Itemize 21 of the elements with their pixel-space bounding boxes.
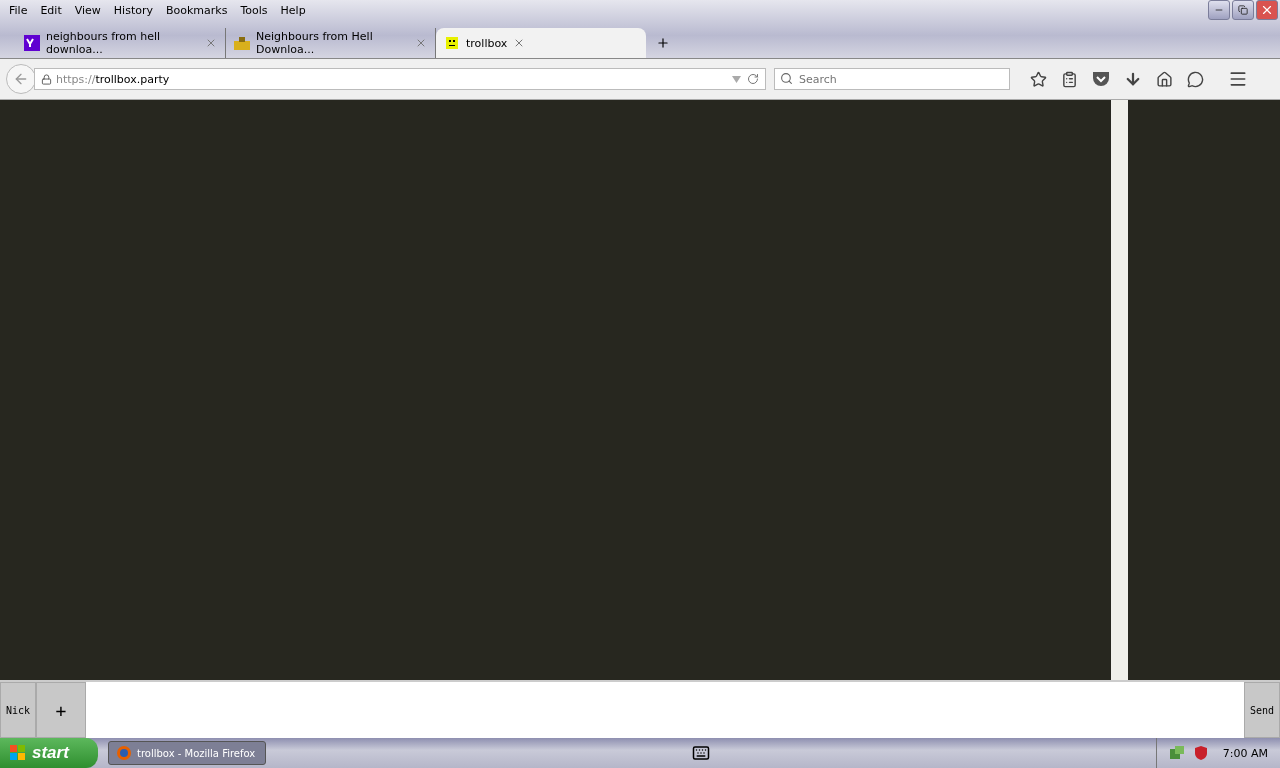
menu-item[interactable]: File: [4, 3, 33, 17]
tab-title: neighbours from hell downloa...: [46, 30, 162, 56]
browser-tab[interactable]: neighbours from hell downloa...: [16, 28, 226, 58]
tab-title: Neighbours from Hell Downloa...: [256, 30, 374, 56]
url-text: https://trollbox.party: [56, 72, 170, 86]
menu-item[interactable]: Tools: [235, 3, 273, 17]
tab-title: trollbox: [466, 36, 508, 50]
nick-button[interactable]: Nick: [0, 682, 36, 738]
menu-item[interactable]: History: [108, 3, 158, 17]
browser-tab[interactable]: Neighbours from Hell Downloa...: [226, 28, 436, 58]
send-button[interactable]: Send: [1244, 682, 1280, 738]
clock: 7:00 AM: [1222, 746, 1268, 760]
add-button[interactable]: +: [36, 682, 86, 738]
menu-item[interactable]: Bookmarks: [161, 3, 233, 17]
menu-item[interactable]: View: [69, 3, 106, 17]
browser-tab[interactable]: trollbox: [436, 28, 646, 58]
menu-item[interactable]: Help: [275, 3, 311, 17]
taskbar-window-button[interactable]: trollbox - Mozilla Firefox: [108, 741, 266, 765]
address-field[interactable]: https://trollbox.party: [34, 68, 766, 90]
menu-item[interactable]: Edit: [35, 3, 67, 17]
search-field[interactable]: Search: [774, 68, 1010, 90]
